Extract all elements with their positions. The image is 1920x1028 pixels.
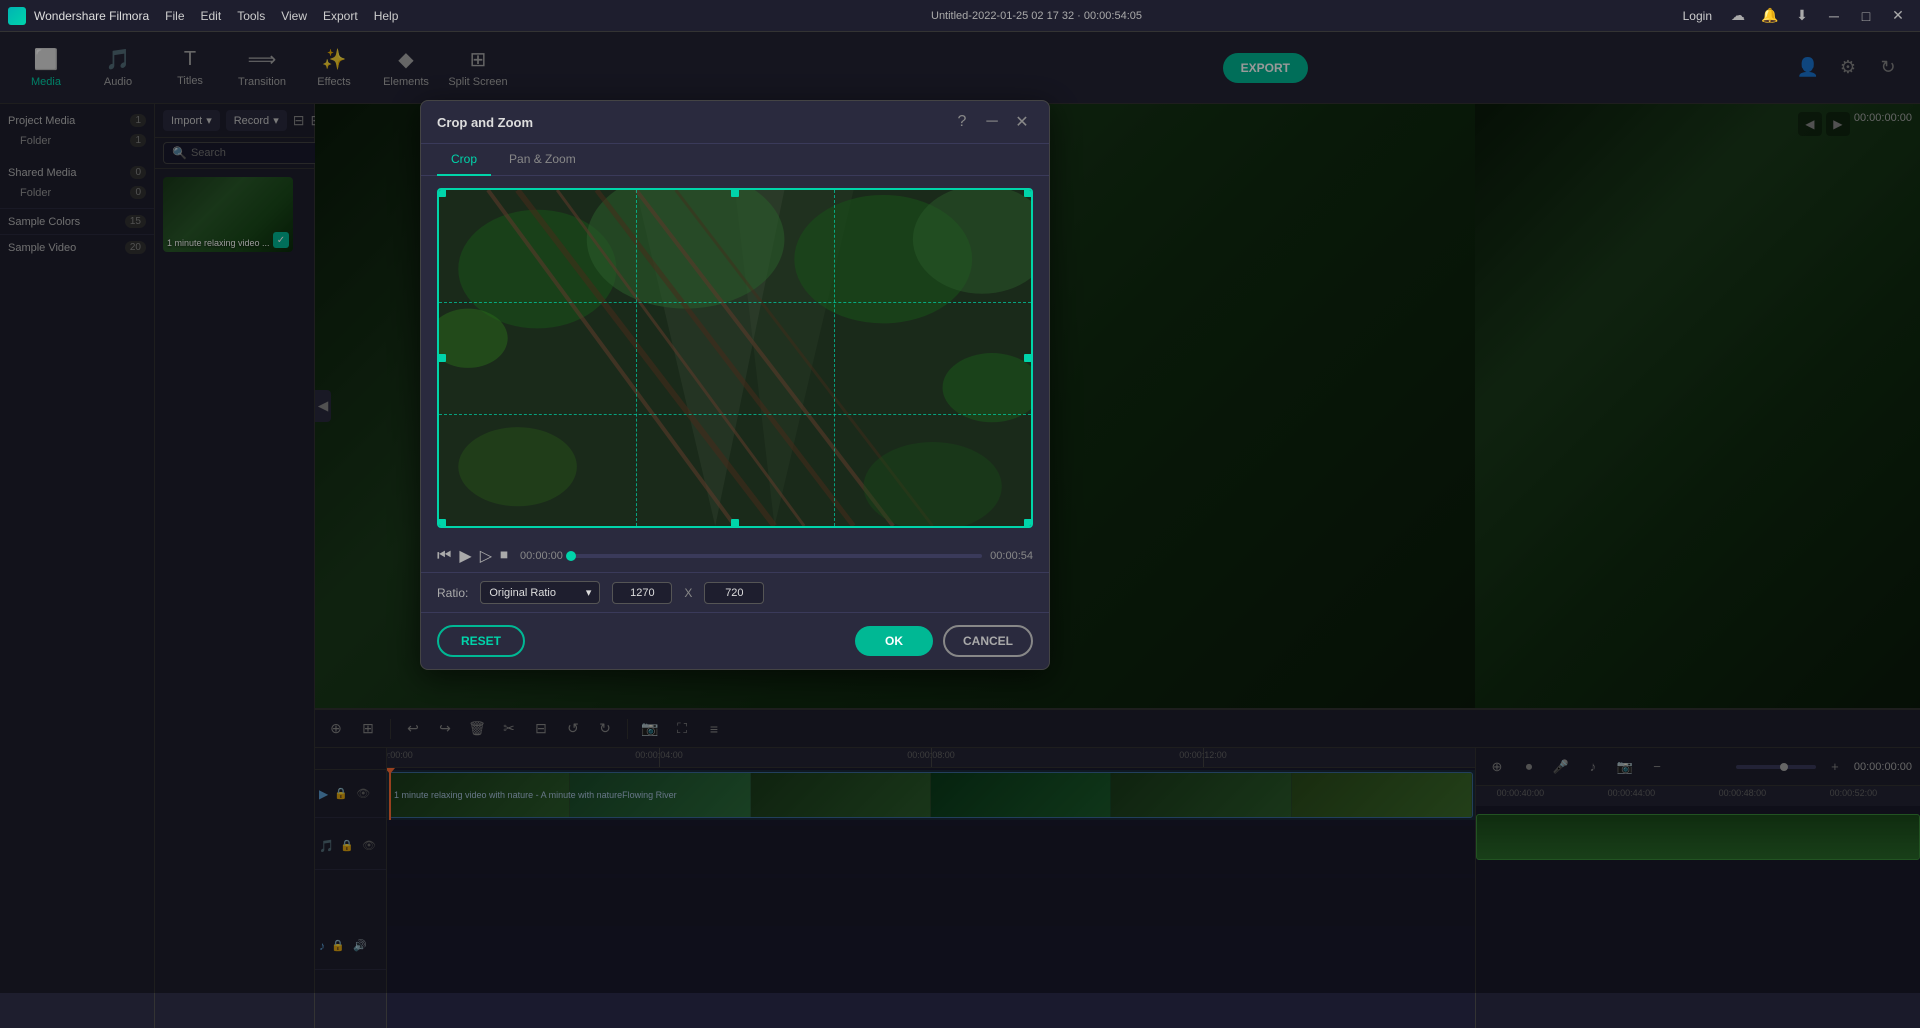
dialog-help-button[interactable]: ? bbox=[951, 111, 973, 133]
menu-tools[interactable]: Tools bbox=[237, 9, 265, 23]
crop-dialog: Crop and Zoom ? ─ ✕ Crop Pan & Zoom bbox=[420, 100, 1050, 670]
playback-skip-back[interactable]: ⏮ bbox=[437, 547, 451, 565]
ratio-select[interactable]: Original Ratio ▾ bbox=[480, 581, 600, 604]
ratio-value: Original Ratio bbox=[489, 587, 556, 599]
crop-handle-bl[interactable] bbox=[438, 519, 446, 527]
dialog-tabs: Crop Pan & Zoom bbox=[421, 144, 1049, 176]
crop-handle-lm[interactable] bbox=[438, 354, 446, 362]
ratio-chevron-icon: ▾ bbox=[586, 586, 592, 599]
restore-button[interactable]: □ bbox=[1852, 5, 1880, 27]
cancel-button[interactable]: CANCEL bbox=[943, 625, 1033, 657]
app-logo bbox=[8, 7, 26, 25]
title-bar-right: Login ☁ 🔔 ⬇ ─ □ ✕ bbox=[1675, 5, 1912, 27]
ratio-x-label: X bbox=[684, 586, 692, 600]
dialog-header-buttons: ? ─ ✕ bbox=[951, 111, 1033, 133]
dialog-ratio: Ratio: Original Ratio ▾ X bbox=[421, 573, 1049, 613]
playback-timeline[interactable] bbox=[571, 554, 982, 558]
dialog-close-button[interactable]: ✕ bbox=[1011, 111, 1033, 133]
playback-stop[interactable]: ⏹ bbox=[500, 547, 508, 565]
playback-time-start: 00:00:00 bbox=[520, 550, 563, 562]
crop-handle-tm[interactable] bbox=[731, 189, 739, 197]
ratio-label: Ratio: bbox=[437, 586, 468, 600]
crop-handle-br[interactable] bbox=[1024, 519, 1032, 527]
title-bar: Wondershare Filmora File Edit Tools View… bbox=[0, 0, 1920, 32]
dialog-buttons: RESET OK CANCEL bbox=[421, 613, 1049, 669]
dialog-playback: ⏮ ▶ ▷ ⏹ 00:00:00 00:00:54 bbox=[421, 540, 1049, 573]
dialog-tab-pan-zoom[interactable]: Pan & Zoom bbox=[495, 144, 590, 176]
menu-edit[interactable]: Edit bbox=[201, 9, 222, 23]
notification-icon[interactable]: 🔔 bbox=[1756, 5, 1784, 27]
menu-help[interactable]: Help bbox=[374, 9, 399, 23]
playback-play[interactable]: ▶ bbox=[459, 546, 471, 566]
minimize-button[interactable]: ─ bbox=[1820, 5, 1848, 27]
playback-handle[interactable] bbox=[566, 551, 576, 561]
cloud-icon[interactable]: ☁ bbox=[1724, 5, 1752, 27]
menu-view[interactable]: View bbox=[281, 9, 307, 23]
ok-button[interactable]: OK bbox=[855, 626, 933, 656]
crop-handle-tr[interactable] bbox=[1024, 189, 1032, 197]
title-bar-menu: File Edit Tools View Export Help bbox=[165, 9, 398, 23]
crop-handle-tl[interactable] bbox=[438, 189, 446, 197]
dialog-tab-crop[interactable]: Crop bbox=[437, 144, 491, 176]
preview-svg bbox=[439, 190, 1031, 526]
dialog-title: Crop and Zoom bbox=[437, 115, 533, 130]
login-button[interactable]: Login bbox=[1675, 7, 1720, 25]
playback-play-alt[interactable]: ▷ bbox=[480, 546, 492, 566]
title-bar-left: Wondershare Filmora File Edit Tools View… bbox=[8, 7, 398, 25]
playback-time-end: 00:00:54 bbox=[990, 550, 1033, 562]
download-icon[interactable]: ⬇ bbox=[1788, 5, 1816, 27]
dialog-preview[interactable] bbox=[437, 188, 1033, 528]
menu-file[interactable]: File bbox=[165, 9, 184, 23]
crop-handle-rm[interactable] bbox=[1024, 354, 1032, 362]
reset-button[interactable]: RESET bbox=[437, 625, 525, 657]
ratio-height-input[interactable] bbox=[704, 582, 764, 604]
title-center: Untitled-2022-01-25 02 17 32 · 00:00:54:… bbox=[931, 10, 1142, 22]
crop-handle-bm[interactable] bbox=[731, 519, 739, 527]
close-button[interactable]: ✕ bbox=[1884, 5, 1912, 27]
menu-export[interactable]: Export bbox=[323, 9, 358, 23]
app-name: Wondershare Filmora bbox=[34, 9, 149, 23]
ratio-width-input[interactable] bbox=[612, 582, 672, 604]
dialog-header: Crop and Zoom ? ─ ✕ bbox=[421, 101, 1049, 144]
dialog-minimize-button[interactable]: ─ bbox=[981, 111, 1003, 133]
